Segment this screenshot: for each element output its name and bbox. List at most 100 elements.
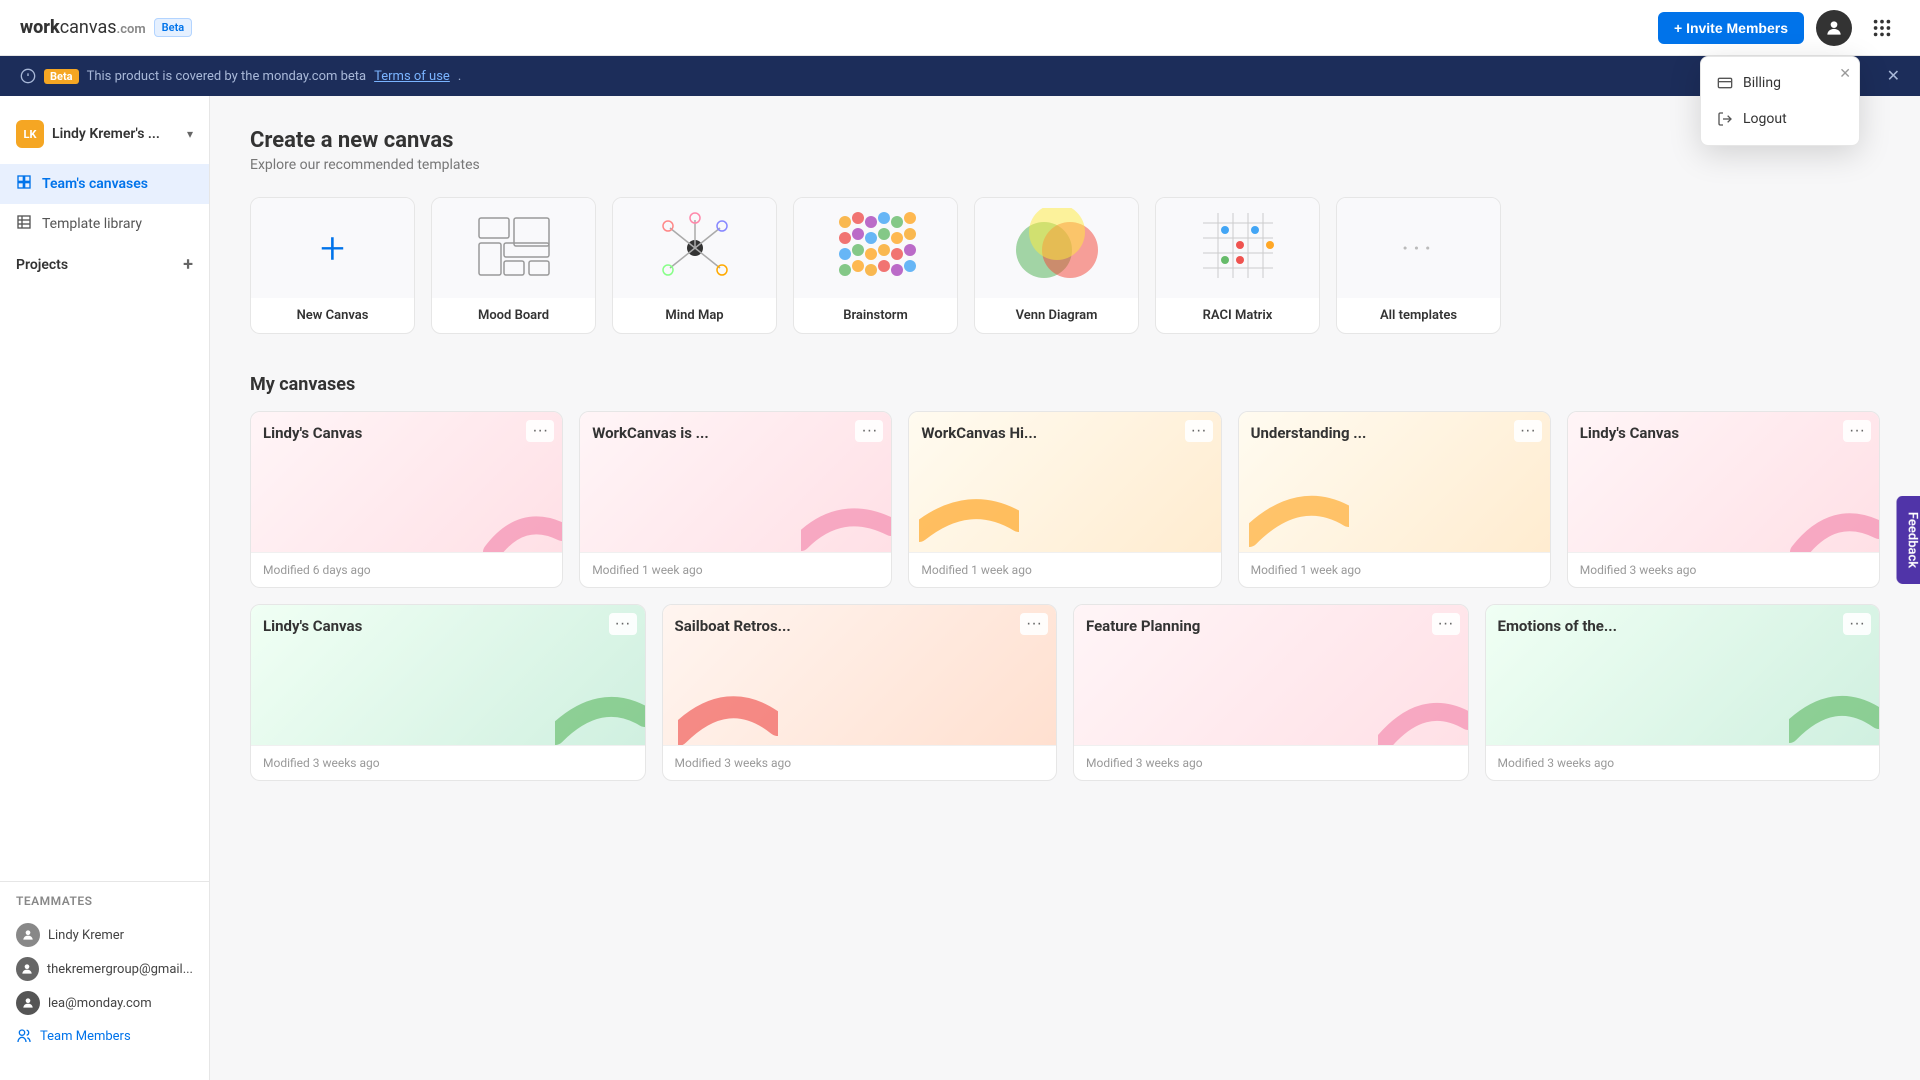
app-title: workcanvas.com bbox=[20, 17, 146, 38]
template-new-canvas[interactable]: + New Canvas bbox=[250, 197, 415, 334]
teammate-thekremergroup[interactable]: thekremergroup@gmail... bbox=[16, 952, 193, 986]
logo: workcanvas.com Beta bbox=[20, 17, 192, 38]
sidebar-item-template-library[interactable]: Template library bbox=[0, 204, 209, 244]
canvas-title-8: Feature Planning bbox=[1086, 617, 1200, 635]
grid-menu-button[interactable] bbox=[1864, 10, 1900, 46]
canvas-menu-button-5[interactable]: ··· bbox=[1843, 420, 1871, 442]
template-brainstorm[interactable]: Brainstorm bbox=[793, 197, 958, 334]
canvas-modified-7: Modified 3 weeks ago bbox=[675, 756, 1045, 770]
sidebar-bottom: Teammates Lindy Kremer thekremergroup@gm… bbox=[0, 881, 209, 1064]
invite-members-button[interactable]: + Invite Members bbox=[1658, 12, 1804, 44]
canvas-decoration-4 bbox=[1249, 482, 1349, 552]
sidebar: LK Lindy Kremer's ... ▾ Team's canvases … bbox=[0, 96, 210, 1080]
teams-canvases-label: Team's canvases bbox=[42, 176, 148, 192]
feedback-label: Feedback bbox=[1904, 512, 1919, 568]
template-venn-diagram[interactable]: Venn Diagram bbox=[974, 197, 1139, 334]
logout-label: Logout bbox=[1743, 111, 1787, 127]
teammate-avatar-lindy bbox=[16, 923, 40, 947]
template-library-icon bbox=[16, 214, 32, 234]
beta-badge: Beta bbox=[154, 18, 193, 37]
canvas-title-6: Lindy's Canvas bbox=[263, 617, 362, 635]
projects-section-header: Projects + bbox=[0, 244, 209, 285]
venn-diagram-preview bbox=[1012, 208, 1102, 288]
billing-label: Billing bbox=[1743, 75, 1781, 91]
projects-add-button[interactable]: + bbox=[183, 254, 193, 275]
banner-close-button[interactable]: ✕ bbox=[1887, 66, 1900, 86]
create-section: Create a new canvas Explore our recommen… bbox=[250, 128, 1880, 334]
template-mind-map[interactable]: Mind Map bbox=[612, 197, 777, 334]
billing-icon bbox=[1717, 75, 1733, 91]
dropdown-close-button[interactable]: ✕ bbox=[1839, 65, 1851, 82]
sidebar-item-teams-canvases[interactable]: Team's canvases bbox=[0, 164, 209, 204]
canvas-feature-planning[interactable]: ··· Feature Planning Modified 3 weeks ag… bbox=[1073, 604, 1469, 781]
template-library-label: Template library bbox=[42, 216, 142, 232]
template-mood-board[interactable]: Mood Board bbox=[431, 197, 596, 334]
header: workcanvas.com Beta + Invite Members bbox=[0, 0, 1920, 56]
teammate-name-lindy: Lindy Kremer bbox=[48, 928, 124, 943]
canvas-lindys-canvas-3[interactable]: ··· Lindy's Canvas Modified 3 weeks ago bbox=[250, 604, 646, 781]
workspace-chevron-icon: ▾ bbox=[187, 127, 193, 141]
canvases-section: My canvases ··· Lindy's Canvas Modified … bbox=[250, 374, 1880, 781]
canvas-menu-button-8[interactable]: ··· bbox=[1432, 613, 1460, 635]
canvas-modified-6: Modified 3 weeks ago bbox=[263, 756, 633, 770]
canvases-title: My canvases bbox=[250, 374, 1880, 395]
canvas-menu-button-1[interactable]: ··· bbox=[526, 420, 554, 442]
canvas-decoration-5 bbox=[1789, 482, 1879, 552]
canvas-title-3: WorkCanvas Hi... bbox=[921, 424, 1037, 442]
canvas-workcanvas-is[interactable]: ··· WorkCanvas is ... Modified 1 week ag… bbox=[579, 411, 892, 588]
mood-board-preview bbox=[474, 213, 554, 283]
sidebar-nav: Team's canvases Template library Project… bbox=[0, 164, 209, 881]
terms-of-use-link[interactable]: Terms of use bbox=[374, 69, 450, 84]
workspace-name: Lindy Kremer's ... bbox=[52, 126, 179, 142]
canvas-modified-9: Modified 3 weeks ago bbox=[1498, 756, 1868, 770]
user-avatar-button[interactable] bbox=[1816, 10, 1852, 46]
canvas-understanding[interactable]: ··· Understanding ... Modified 1 week ag… bbox=[1238, 411, 1551, 588]
canvas-menu-button-3[interactable]: ··· bbox=[1185, 420, 1213, 442]
canvas-menu-button-9[interactable]: ··· bbox=[1843, 613, 1871, 635]
team-members-button[interactable]: Team Members bbox=[16, 1020, 193, 1052]
canvas-modified-1: Modified 6 days ago bbox=[263, 563, 550, 577]
template-all[interactable]: ··· All templates bbox=[1336, 197, 1501, 334]
canvases-row2: ··· Lindy's Canvas Modified 3 weeks ago … bbox=[250, 604, 1880, 781]
canvas-decoration-1 bbox=[472, 482, 562, 552]
canvas-menu-button-4[interactable]: ··· bbox=[1514, 420, 1542, 442]
canvas-decoration-7 bbox=[678, 675, 778, 745]
teammate-lea[interactable]: lea@monday.com bbox=[16, 986, 193, 1020]
teammate-lindy[interactable]: Lindy Kremer bbox=[16, 918, 193, 952]
template-raci-matrix[interactable]: RACI Matrix bbox=[1155, 197, 1320, 334]
canvas-title-4: Understanding ... bbox=[1251, 424, 1367, 442]
teammate-name-lea: lea@monday.com bbox=[48, 996, 152, 1011]
teammate-avatar-lea bbox=[16, 991, 40, 1015]
canvas-modified-4: Modified 1 week ago bbox=[1251, 563, 1538, 577]
main-layout: LK Lindy Kremer's ... ▾ Team's canvases … bbox=[0, 96, 1920, 1080]
projects-label: Projects bbox=[16, 257, 68, 273]
feedback-tab[interactable]: Feedback bbox=[1896, 496, 1920, 584]
workspace-selector[interactable]: LK Lindy Kremer's ... ▾ bbox=[0, 112, 209, 164]
canvas-sailboat-retros[interactable]: ··· Sailboat Retros... Modified 3 weeks … bbox=[662, 604, 1058, 781]
canvas-workcanvas-hi[interactable]: ··· WorkCanvas Hi... Modified 1 week ago bbox=[908, 411, 1221, 588]
dropdown-billing[interactable]: Billing bbox=[1701, 65, 1859, 101]
new-canvas-plus-icon: + bbox=[320, 222, 345, 274]
canvas-menu-button-7[interactable]: ··· bbox=[1020, 613, 1048, 635]
canvas-modified-8: Modified 3 weeks ago bbox=[1086, 756, 1456, 770]
canvas-menu-button-2[interactable]: ··· bbox=[855, 420, 883, 442]
brainstorm-preview bbox=[831, 208, 921, 288]
templates-grid: + New Canvas bbox=[250, 197, 1880, 334]
team-members-label: Team Members bbox=[40, 1029, 131, 1044]
teams-canvases-icon bbox=[16, 174, 32, 194]
canvas-emotions-of-the[interactable]: ··· Emotions of the... Modified 3 weeks … bbox=[1485, 604, 1881, 781]
canvas-lindys-canvas-1[interactable]: ··· Lindy's Canvas Modified 6 days ago bbox=[250, 411, 563, 588]
canvas-title-7: Sailboat Retros... bbox=[675, 617, 791, 635]
dropdown-logout[interactable]: Logout bbox=[1701, 101, 1859, 137]
main-content: Create a new canvas Explore our recommen… bbox=[210, 96, 1920, 1080]
canvas-modified-2: Modified 1 week ago bbox=[592, 563, 879, 577]
workspace-avatar: LK bbox=[16, 120, 44, 148]
mind-map-preview bbox=[650, 208, 740, 288]
create-title: Create a new canvas bbox=[250, 128, 1880, 153]
canvas-title-9: Emotions of the... bbox=[1498, 617, 1617, 635]
canvas-menu-button-6[interactable]: ··· bbox=[609, 613, 637, 635]
canvas-modified-3: Modified 1 week ago bbox=[921, 563, 1208, 577]
canvas-decoration-3 bbox=[919, 482, 1019, 552]
canvas-lindys-canvas-2[interactable]: ··· Lindy's Canvas Modified 3 weeks ago bbox=[1567, 411, 1880, 588]
header-actions: + Invite Members bbox=[1658, 10, 1900, 46]
